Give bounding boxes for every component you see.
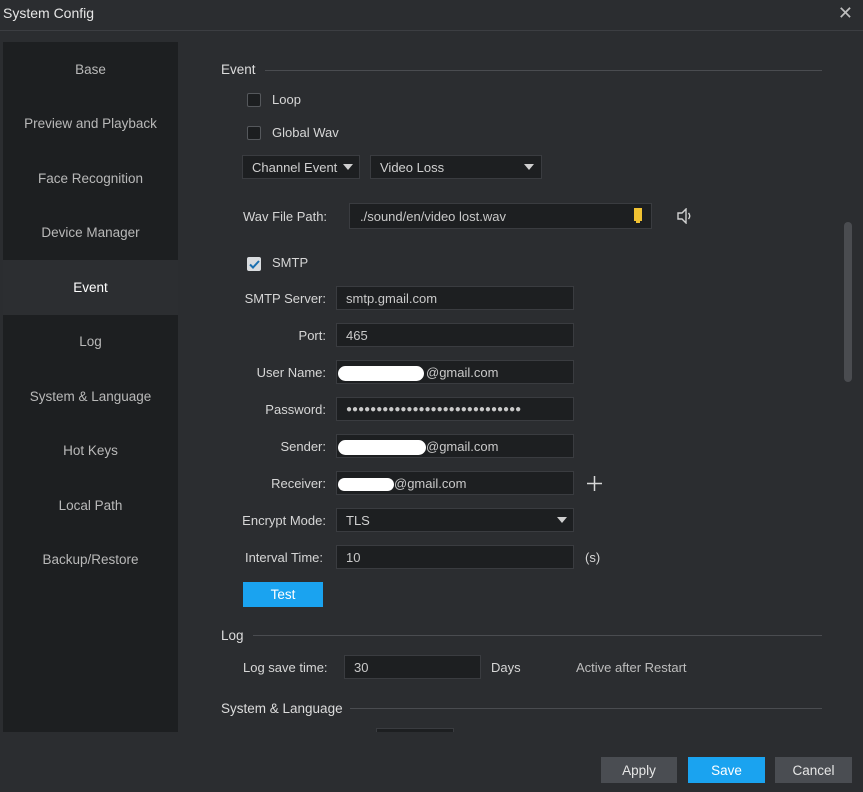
global-wav-checkbox[interactable]	[247, 126, 261, 140]
sender-value: @gmail.com	[426, 438, 499, 454]
smtp-label: SMTP	[272, 255, 309, 270]
username-value: @gmail.com	[426, 364, 499, 380]
encrypt-mode-value: TLS	[346, 512, 370, 528]
event-section-divider	[265, 70, 822, 71]
loop-checkbox[interactable]	[247, 93, 261, 107]
folder-icon[interactable]	[633, 208, 643, 223]
chevron-down-icon	[343, 164, 353, 170]
sidebar-item-hot-keys[interactable]: Hot Keys	[3, 424, 178, 479]
system-language-section-title: System & Language	[221, 701, 343, 716]
sidebar-item-event[interactable]: Event	[3, 260, 178, 315]
sidebar-item-system-language[interactable]: System & Language	[3, 369, 178, 424]
port-label: Port:	[298, 328, 326, 343]
redaction-mark	[338, 366, 424, 381]
sidebar-item-base[interactable]: Base	[3, 42, 178, 97]
test-button[interactable]: Test	[243, 582, 323, 607]
chevron-down-icon	[557, 517, 567, 523]
smtp-server-label: SMTP Server:	[244, 291, 326, 306]
password-value: ●●●●●●●●●●●●●●●●●●●●●●●●●●●●●	[346, 403, 522, 415]
save-button[interactable]: Save	[688, 757, 765, 783]
cancel-button[interactable]: Cancel	[775, 757, 852, 783]
log-save-time-label: Log save time:	[243, 660, 328, 675]
close-icon[interactable]: ✕	[838, 3, 853, 24]
chevron-down-icon	[524, 164, 534, 170]
sidebar-item-device-manager[interactable]: Device Manager	[3, 206, 178, 261]
wav-path-label: Wav File Path:	[243, 209, 328, 224]
log-section-divider	[253, 635, 822, 636]
interval-time-label: Interval Time:	[244, 550, 323, 565]
add-receiver-icon[interactable]	[586, 475, 603, 492]
window-title: System Config	[3, 5, 95, 21]
password-label: Password:	[265, 402, 326, 417]
scrollbar-thumb[interactable]	[844, 222, 852, 382]
event-section-title: Event	[221, 62, 256, 77]
sidebar-item-local-path[interactable]: Local Path	[3, 478, 178, 533]
interval-time-input[interactable]	[336, 545, 574, 569]
restart-note: Active after Restart	[576, 660, 687, 675]
smtp-server-input[interactable]	[336, 286, 574, 310]
receiver-label: Receiver:	[271, 476, 326, 491]
encrypt-mode-select[interactable]: TLS	[336, 508, 574, 532]
encrypt-mode-label: Encrypt Mode:	[242, 513, 326, 528]
username-label: User Name:	[256, 365, 326, 380]
log-save-time-unit: Days	[491, 660, 521, 675]
log-save-time-input[interactable]	[344, 655, 481, 679]
event-select[interactable]: Video Loss	[370, 155, 542, 179]
settings-panel	[178, 42, 843, 732]
sidebar-item-face-recognition[interactable]: Face Recognition	[3, 151, 178, 206]
log-section-title: Log	[221, 628, 244, 643]
global-wav-label: Global Wav	[272, 125, 339, 140]
sidebar-item-preview-and-playback[interactable]: Preview and Playback	[3, 97, 178, 152]
smtp-checkbox[interactable]	[247, 257, 261, 271]
redaction-mark	[338, 440, 426, 455]
system-language-divider	[350, 708, 822, 709]
loop-label: Loop	[272, 92, 301, 107]
password-input[interactable]: ●●●●●●●●●●●●●●●●●●●●●●●●●●●●●	[336, 397, 574, 421]
redaction-mark	[338, 478, 394, 491]
scrollbar-track[interactable]	[843, 42, 853, 732]
sidebar: Base Preview and Playback Face Recogniti…	[3, 42, 178, 732]
speaker-icon[interactable]	[676, 207, 694, 225]
event-select-value: Video Loss	[380, 159, 445, 175]
port-input[interactable]	[336, 323, 574, 347]
title-bar: System Config ✕	[0, 0, 863, 31]
wav-path-input[interactable]	[349, 203, 652, 229]
receiver-value: @gmail.com	[394, 475, 467, 491]
interval-unit: (s)	[585, 550, 601, 565]
apply-button[interactable]: Apply	[601, 757, 677, 783]
sidebar-item-log[interactable]: Log	[3, 315, 178, 370]
event-type-select-value: Channel Event	[252, 159, 338, 175]
sidebar-item-backup-restore[interactable]: Backup/Restore	[3, 533, 178, 588]
sender-label: Sender:	[280, 439, 326, 454]
